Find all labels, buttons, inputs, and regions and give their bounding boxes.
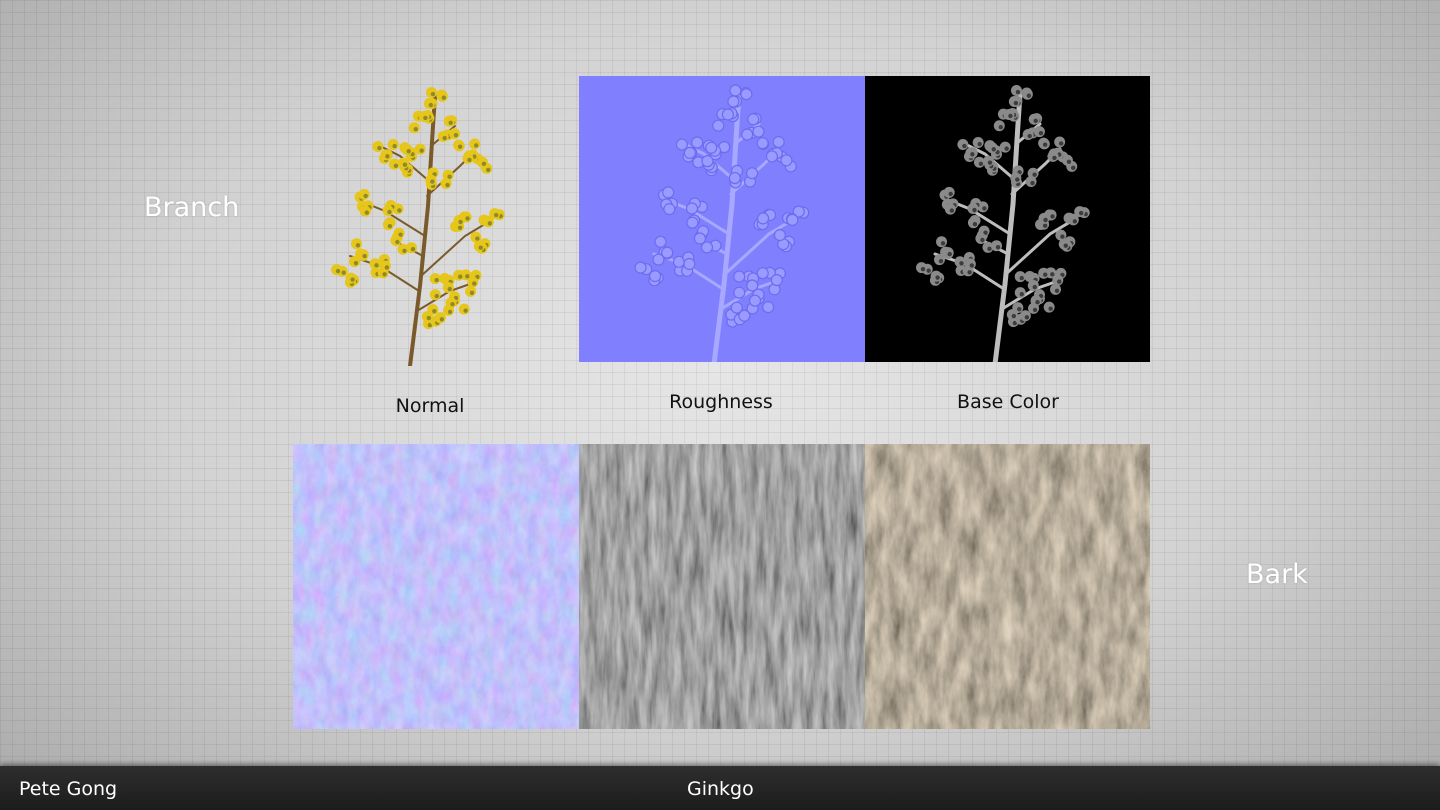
caption-normal: Normal [395, 395, 465, 417]
bark-normal-map [293, 444, 579, 729]
section-label-branch: Branch [144, 192, 240, 223]
branch-color-image [300, 76, 560, 366]
caption-roughness: Roughness [669, 391, 773, 413]
bark-roughness-map [579, 444, 865, 729]
caption-base-color: Base Color [957, 391, 1059, 413]
section-label-bark: Bark [1246, 559, 1308, 590]
footer-bar: Pete Gong Ginkgo [0, 766, 1440, 810]
footer-author: Pete Gong [19, 778, 118, 800]
branch-alpha-map [865, 76, 1150, 362]
footer-title: Ginkgo [687, 778, 754, 800]
branch-normal-map [579, 76, 865, 362]
bark-base-color-map [865, 444, 1150, 729]
